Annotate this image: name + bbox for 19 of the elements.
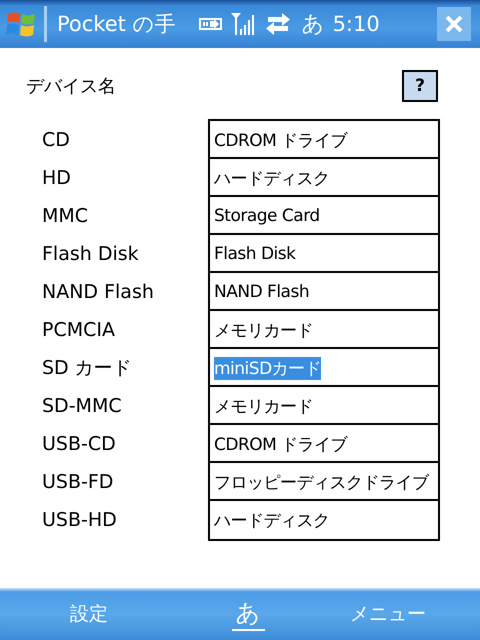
device-label: USB-CD [41,433,117,455]
help-button[interactable]: ? [402,70,438,102]
device-label: SD カード [41,356,133,381]
device-label: USB-HD [41,509,118,531]
device-label: NAND Flash [41,281,155,303]
device-label: HD [41,167,72,189]
input-field[interactable]: ハードディスク [208,499,440,541]
heading: デバイス名 [26,75,116,98]
close-button[interactable] [437,7,471,41]
close-icon [444,14,464,34]
transfer-arrows-icon[interactable] [264,11,292,37]
device-label: MMC [41,205,90,227]
device-label: USB-FD [41,471,114,493]
device-label: CD [41,129,71,151]
device-label: Flash Disk [41,243,140,265]
window-title: Pocket の手 [57,11,176,38]
battery-icon[interactable] [198,15,224,33]
device-label: PCMCIA [41,319,116,341]
device-label: SD-MMC [41,395,123,417]
